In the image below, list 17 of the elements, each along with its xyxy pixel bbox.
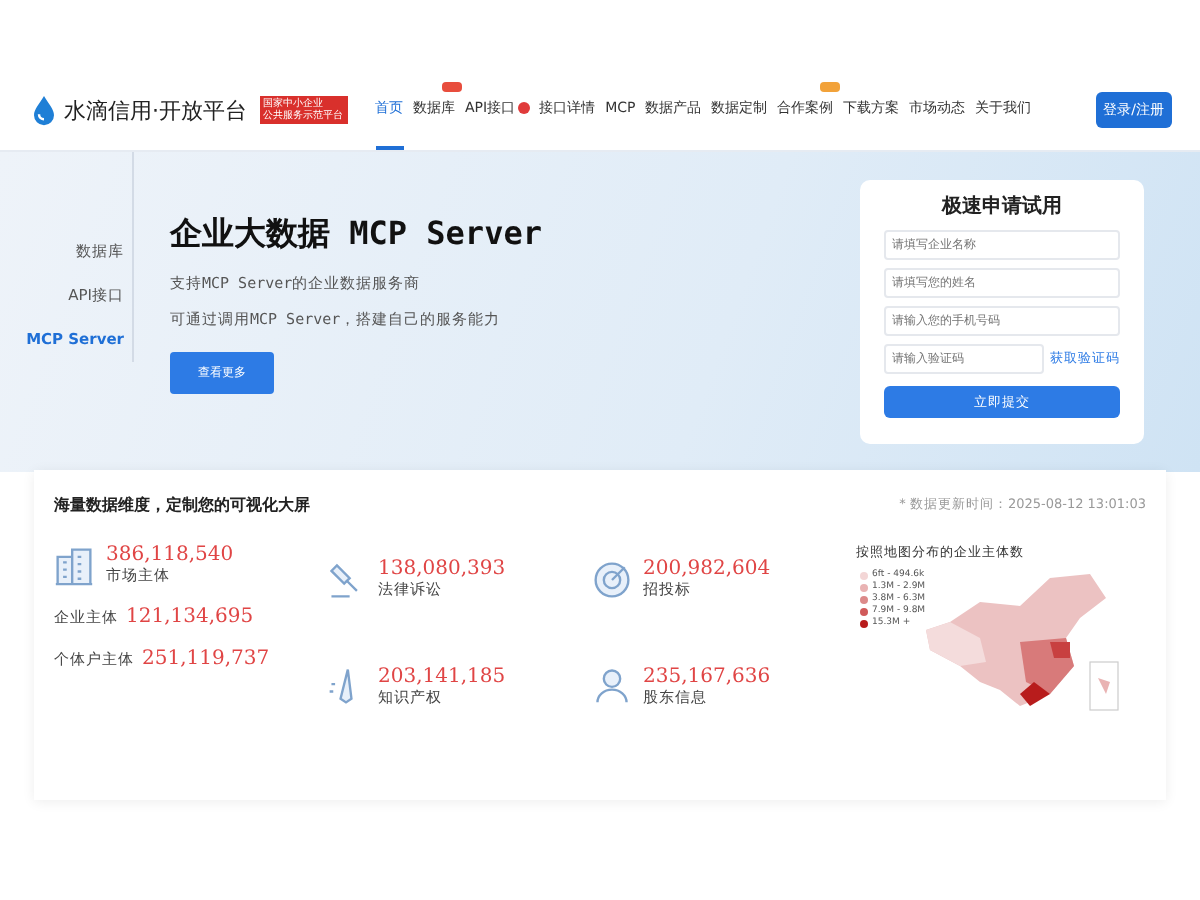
stat-value: 203,141,185 xyxy=(378,665,506,688)
water-drop-logo-icon xyxy=(32,95,56,125)
hero-title: 企业大数据 MCP Server xyxy=(170,214,544,256)
stat-value: 121,134,695 xyxy=(126,606,254,628)
logo-text[interactable]: 水滴信用·开放平台 xyxy=(64,95,247,125)
section-title: 海量数据维度，定制您的可视化大屏 xyxy=(54,494,310,516)
hot-tag-icon xyxy=(441,82,461,92)
form-title: 极速申请试用 xyxy=(939,193,1064,220)
stat-value: 235,167,636 xyxy=(643,665,771,688)
stat-value: 138,080,393 xyxy=(378,558,506,581)
new-tag-icon xyxy=(819,82,840,92)
person-icon xyxy=(591,666,631,707)
target-icon xyxy=(591,559,631,600)
stat-value: 200,982,604 xyxy=(643,558,771,581)
stat-value: 386,118,540 xyxy=(106,544,234,566)
stat-value: 251,119,737 xyxy=(142,648,270,670)
building-icon xyxy=(54,545,94,585)
